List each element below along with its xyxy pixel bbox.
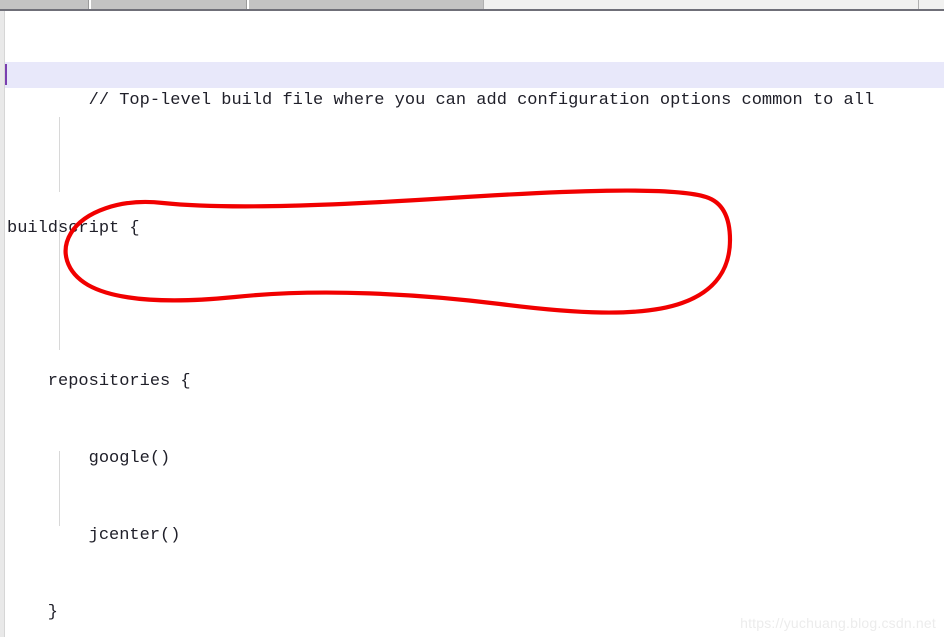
code-line-text: }: [7, 602, 59, 622]
toolbar-separator-3: [483, 0, 484, 9]
toolbar-right-region: [483, 0, 944, 9]
text-caret: [5, 64, 7, 86]
code-line-text: // Top-level build file where you can ad…: [88, 90, 875, 110]
toolbar-separator-2: [246, 0, 249, 9]
watermark-text: https://yuchuang.blog.csdn.net: [740, 615, 936, 631]
code-line[interactable]: // Top-level build file where you can ad…: [5, 62, 944, 110]
toolbar-separator-1: [88, 0, 91, 9]
code-line[interactable]: [5, 293, 944, 319]
code-line[interactable]: [5, 139, 944, 165]
code-editor-screenshot: // Top-level build file where you can ad…: [0, 0, 944, 637]
code-line[interactable]: google(): [5, 446, 944, 472]
toolbar-left-region: [0, 0, 483, 9]
code-line-text: google(): [7, 449, 171, 469]
code-line-text: jcenter(): [7, 525, 181, 545]
code-line-text: buildscript {: [7, 218, 140, 238]
toolbar-separator-4: [918, 0, 919, 9]
editor-body[interactable]: // Top-level build file where you can ad…: [0, 11, 944, 637]
code-line[interactable]: jcenter(): [5, 523, 944, 549]
code-line[interactable]: repositories {: [5, 369, 944, 395]
editor-toolbar[interactable]: [0, 0, 944, 11]
code-line[interactable]: buildscript {: [5, 216, 944, 242]
code-content[interactable]: // Top-level build file where you can ad…: [5, 11, 944, 637]
code-line-text: repositories {: [7, 372, 191, 392]
